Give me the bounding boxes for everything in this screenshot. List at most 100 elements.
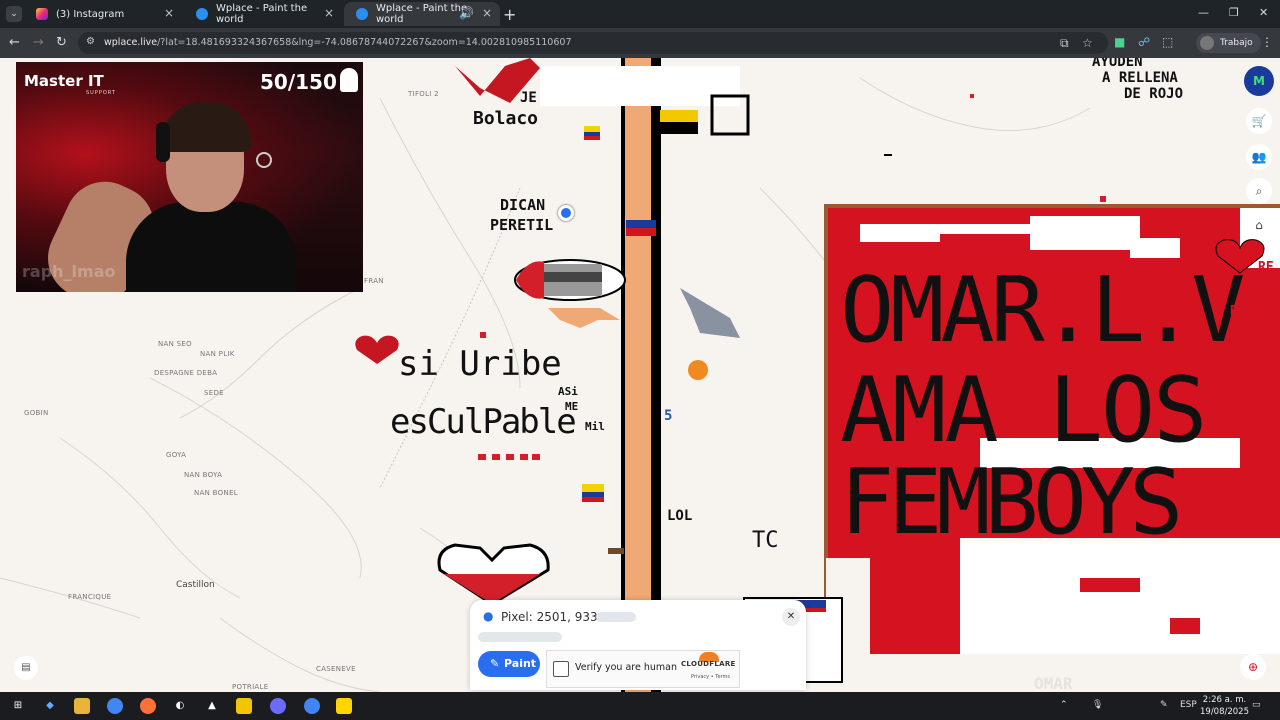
webcam-overlay: Master IT SUPPORT 50/150 raph_lmao: [16, 62, 363, 292]
pixel-art-text: AMA LOS: [840, 358, 1207, 463]
tab-title: (3) Instagram: [56, 8, 125, 20]
microphone-icon[interactable]: 🎙: [1092, 700, 1103, 710]
pixel-art-text: JE: [520, 90, 537, 106]
headset-icon: [156, 122, 170, 162]
cloudflare-links: Privacy • Terms: [691, 674, 730, 680]
app-icon[interactable]: ▲: [204, 698, 220, 714]
install-app-icon[interactable]: ⧉: [1060, 36, 1069, 51]
clock-date: 19/08/2025: [1200, 707, 1249, 717]
tab-search-button[interactable]: ⌄: [6, 6, 22, 22]
back-arrow-icon[interactable]: ←: [9, 35, 20, 50]
pixel-art-text: RE: [1258, 260, 1274, 275]
minimize-button[interactable]: —: [1198, 6, 1209, 19]
pixel-art-text: AYUDEN: [1092, 58, 1143, 70]
firefox-icon[interactable]: [140, 698, 156, 714]
bookmark-star-icon[interactable]: ☆: [1082, 36, 1093, 50]
instagram-icon: [36, 8, 48, 20]
map-pin-icon[interactable]: [558, 205, 574, 221]
pixel-art-text: UE?: [1150, 210, 1176, 226]
address-toolbar: ← → ↻ ⚙ wplace.live/?lat=18.481693324367…: [0, 28, 1280, 58]
forward-arrow-icon[interactable]: →: [33, 35, 44, 50]
url-host: wplace.live: [104, 37, 158, 48]
paint-brush-icon: ✎: [490, 657, 500, 670]
loading-placeholder: [478, 632, 562, 642]
browser-tab-strip: ⌄ (3) Instagram × Wplace - Paint the wor…: [0, 0, 1280, 28]
menu-kebab-icon[interactable]: ⋮: [1261, 35, 1273, 49]
extension-icon[interactable]: ■: [1114, 35, 1125, 49]
chrome-icon[interactable]: [304, 698, 320, 714]
clock[interactable]: 2:26 a. m. 19/08/2025: [1200, 694, 1249, 718]
app-icon[interactable]: [236, 698, 252, 714]
app-icon[interactable]: [270, 698, 286, 714]
search-location-icon[interactable]: ⌕: [1246, 178, 1272, 204]
new-tab-button[interactable]: +: [503, 5, 516, 24]
pixel-art-text: DE ROJO: [1124, 86, 1184, 102]
close-window-button[interactable]: ✕: [1259, 6, 1268, 19]
windows-start-icon[interactable]: ⊞: [10, 698, 26, 714]
wplace-map[interactable]: TIFOLI 2 NAN SEO NAN PLIK DESPAGNE DEBA …: [0, 58, 1280, 692]
webcam-caption: raph_lmao: [22, 262, 116, 281]
pixel-art-text: ROBIN: [1230, 304, 1270, 319]
profile-name: Trabajo: [1220, 38, 1253, 48]
pixel-art-text: 5: [664, 408, 673, 424]
user-avatar-button[interactable]: M: [1244, 66, 1274, 96]
extension-icon[interactable]: ☍: [1138, 35, 1150, 49]
reload-icon[interactable]: ↻: [56, 35, 67, 50]
map-place-label: NAN PLIK: [200, 350, 235, 358]
pixel-art-text: OMAR: [1034, 674, 1073, 692]
app-icon[interactable]: ◆: [42, 698, 58, 714]
tab-wplace-2[interactable]: Wplace - Paint the world 🔊 ×: [344, 2, 500, 26]
terms-link[interactable]: Terms: [715, 674, 730, 680]
pen-icon[interactable]: ✎: [1160, 700, 1168, 710]
pixel-art-text: DICAN: [500, 196, 546, 214]
speaker-icon[interactable]: 🔊: [459, 6, 474, 20]
pixel-art-text: ME: [565, 400, 579, 413]
file-explorer-icon[interactable]: [74, 698, 90, 714]
site-info-icon[interactable]: ⚙: [86, 36, 95, 47]
profile-button[interactable]: Trabajo: [1196, 33, 1261, 53]
wplace-icon: [196, 8, 208, 20]
language-indicator[interactable]: ESP: [1180, 700, 1197, 710]
tab-wplace-1[interactable]: Wplace - Paint the world ×: [184, 2, 342, 26]
chrome-icon[interactable]: [107, 698, 123, 714]
pixel-art-text: TC: [752, 528, 779, 553]
paint-button[interactable]: ✎ Paint: [478, 651, 540, 677]
close-icon[interactable]: ×: [482, 6, 492, 20]
alliance-people-icon[interactable]: 👥: [1246, 144, 1272, 170]
wplace-icon: [356, 8, 368, 20]
close-icon[interactable]: ✕: [782, 608, 800, 626]
extensions-puzzle-icon[interactable]: ⬚: [1162, 35, 1173, 49]
close-icon[interactable]: ×: [164, 6, 174, 20]
leaderboard-icon[interactable]: ⌂: [1246, 212, 1272, 238]
close-icon[interactable]: ×: [324, 6, 334, 20]
map-place-label: Castillon: [176, 580, 215, 590]
info-panel-icon[interactable]: ▤: [14, 656, 38, 680]
stream-counter: 50/150: [260, 70, 337, 94]
map-place-label: SEDE: [204, 389, 224, 397]
privacy-link[interactable]: Privacy: [691, 674, 709, 680]
pixel-art-text: OMAR.L.V: [840, 258, 1245, 363]
app-icon[interactable]: ◐: [172, 698, 188, 714]
loading-placeholder: [596, 612, 636, 622]
tray-chevron-icon[interactable]: ⌃: [1060, 700, 1068, 710]
shop-cart-icon[interactable]: 🛒: [1246, 108, 1272, 134]
map-place-label: FRANCIQUE: [68, 593, 112, 601]
avatar: [1200, 36, 1214, 50]
locate-crosshair-icon[interactable]: ⊕: [1240, 654, 1266, 680]
url-bar[interactable]: ⚙ wplace.live/?lat=18.481693324367658&ln…: [78, 32, 1108, 54]
cloudflare-captcha: Verify you are human CLOUDFLARE Privacy …: [546, 650, 740, 688]
paint-button-label: Paint: [504, 657, 537, 670]
pixel-art-text: si Uribe: [398, 344, 562, 384]
cloudflare-wordmark: CLOUDFLARE: [681, 660, 736, 668]
notification-icon[interactable]: ▭: [1252, 700, 1261, 710]
tab-instagram[interactable]: (3) Instagram ×: [24, 2, 182, 26]
webcam-person: [126, 202, 296, 292]
restore-button[interactable]: ❐: [1229, 6, 1239, 19]
pixel-art-text: PERETIL: [490, 216, 554, 234]
pixel-coordinates: Pixel: 2501, 933: [501, 610, 598, 624]
location-pin-icon: ●: [483, 609, 494, 623]
verify-human-checkbox[interactable]: [553, 661, 569, 677]
sticky-notes-icon[interactable]: [336, 698, 352, 714]
ghost-icon: [340, 68, 358, 92]
tab-title: Wplace - Paint the world: [216, 3, 308, 25]
